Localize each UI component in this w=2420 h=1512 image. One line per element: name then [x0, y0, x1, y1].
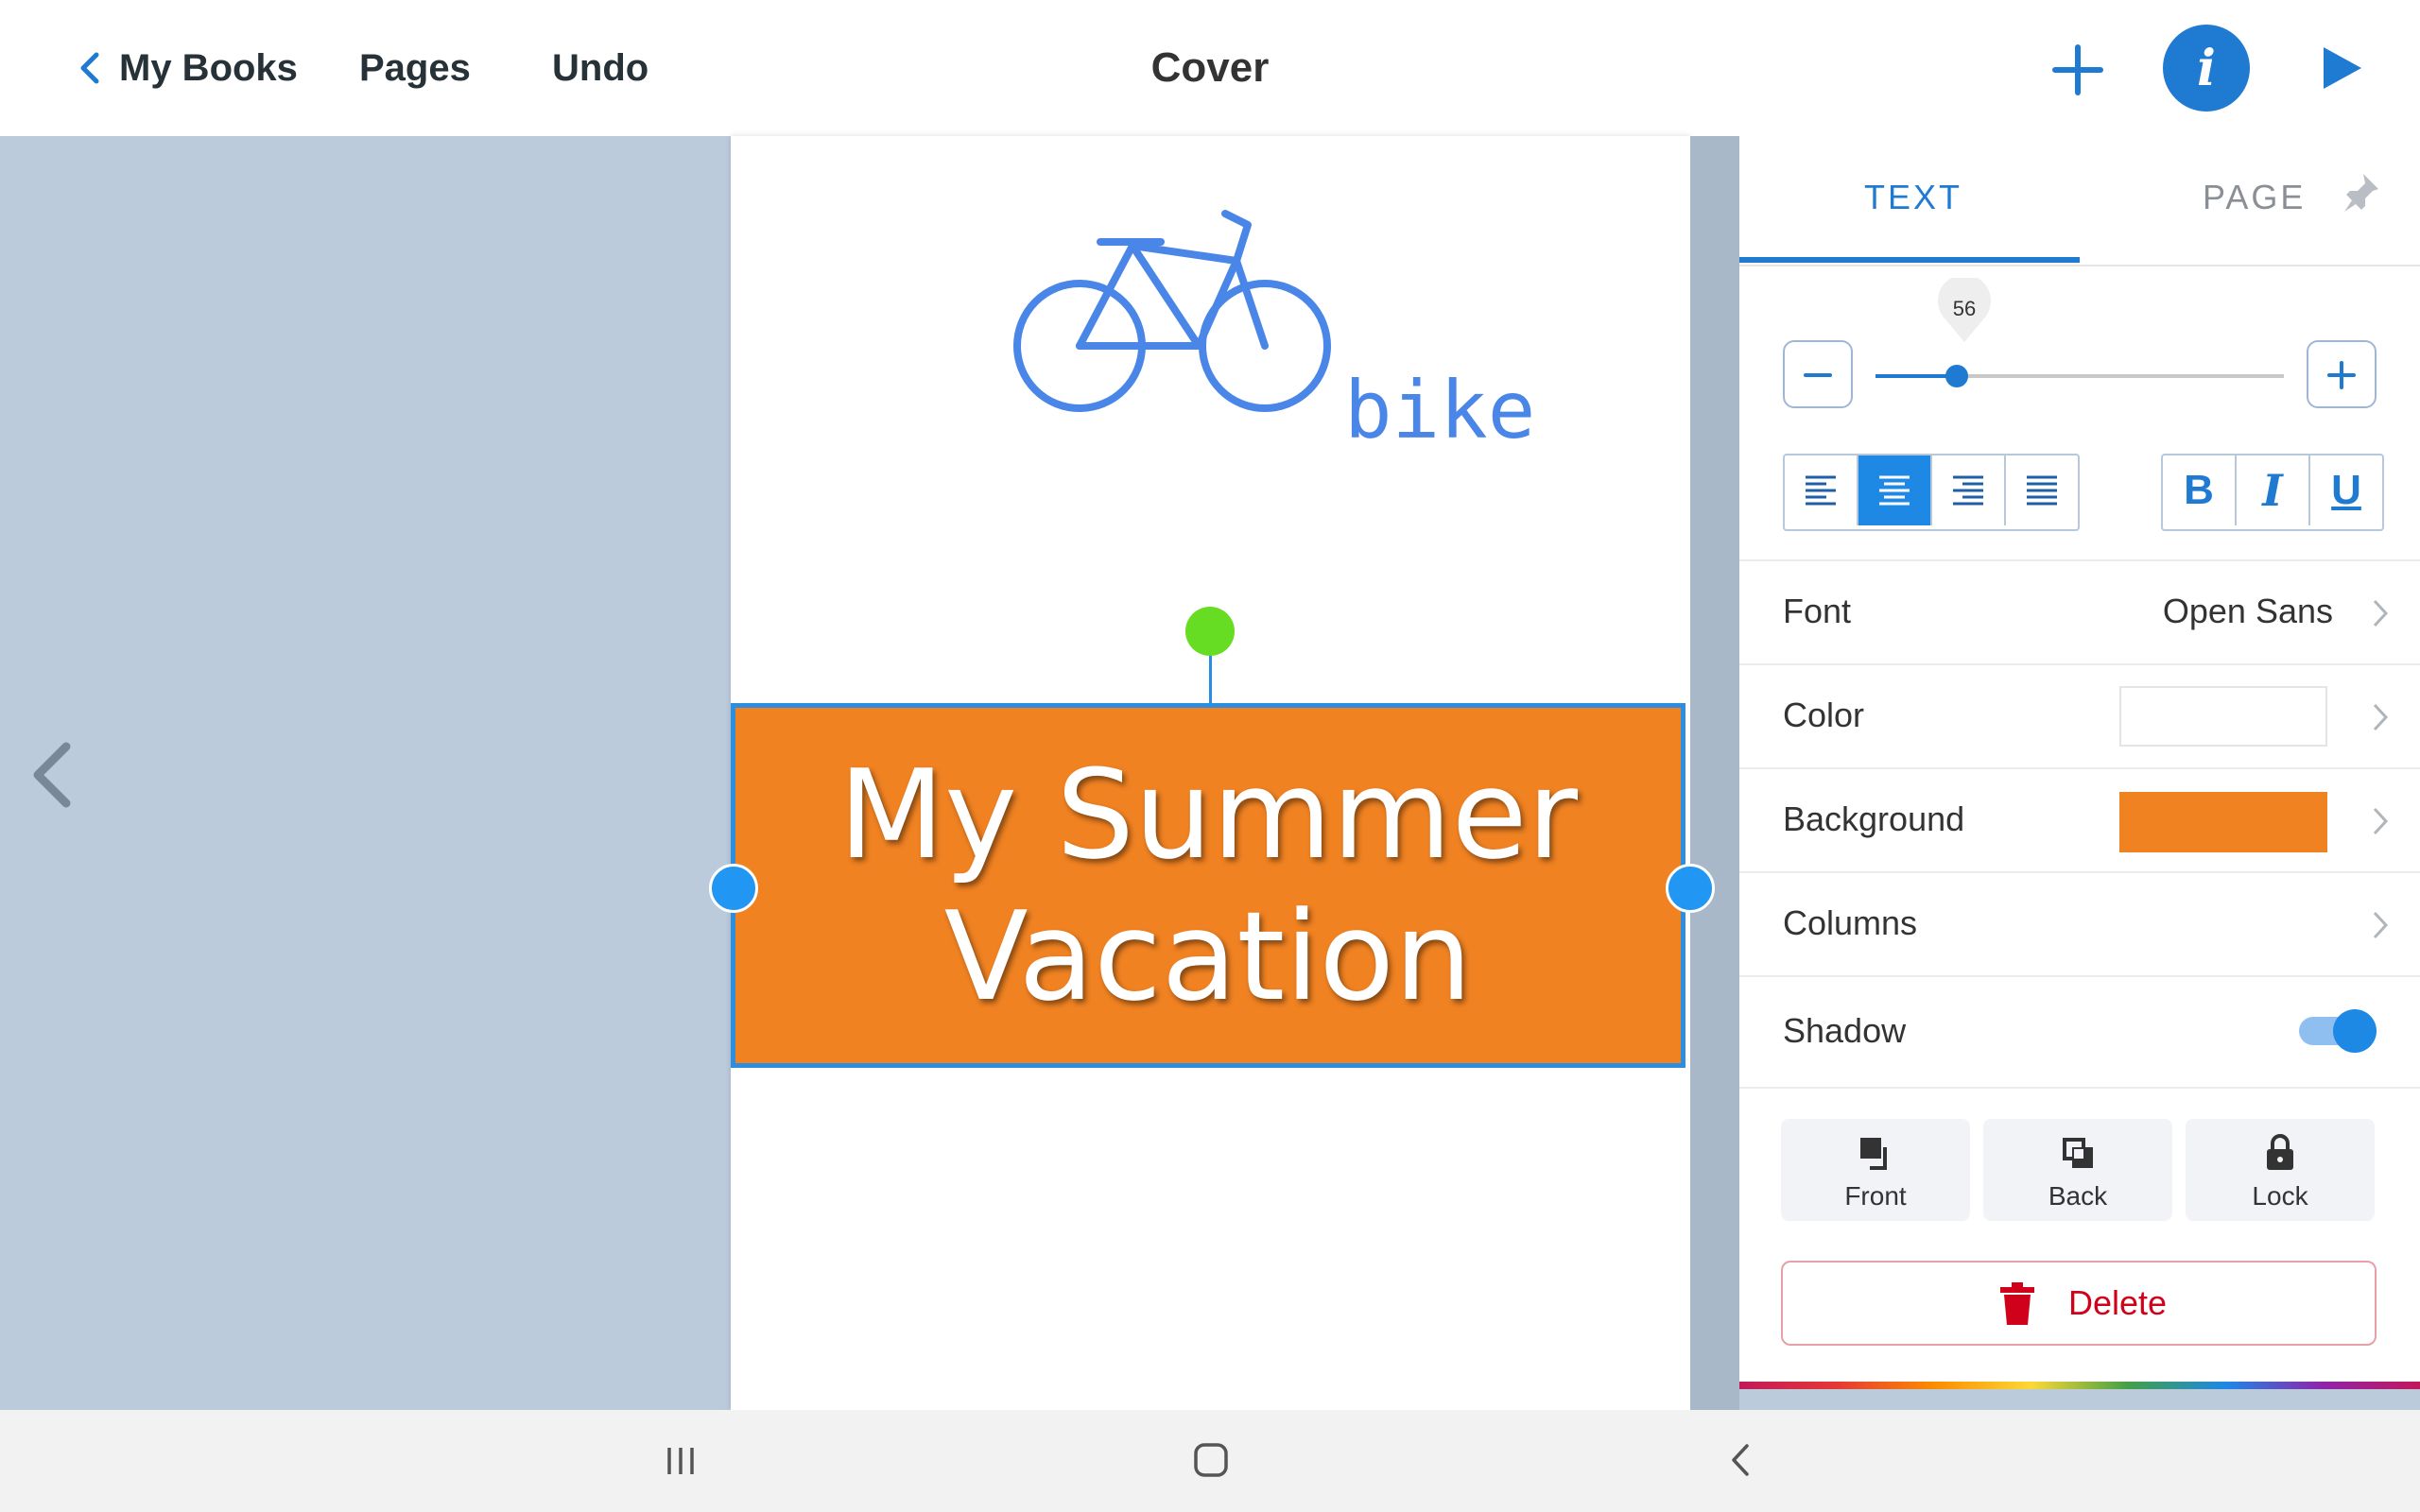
rotation-handle[interactable]: [1185, 607, 1235, 656]
chevron-right-icon: [2373, 807, 2389, 835]
trash-icon: [2000, 1282, 2034, 1325]
rotation-handle-line: [1209, 652, 1212, 705]
size-slider-track[interactable]: [1876, 365, 2284, 387]
chevron-right-icon: [2373, 911, 2389, 939]
align-left-button[interactable]: [1785, 455, 1858, 525]
font-row[interactable]: Font Open Sans: [1739, 559, 2420, 665]
delete-label: Delete: [2068, 1283, 2168, 1322]
underline-icon: U: [2331, 467, 2361, 513]
color-label: Color: [1783, 696, 1865, 734]
tab-page[interactable]: PAGE: [2203, 178, 2306, 217]
bring-to-front-button[interactable]: Front: [1781, 1119, 1970, 1221]
title-text-box[interactable]: My Summer Vacation: [731, 703, 1685, 1068]
pin-icon[interactable]: [2341, 170, 2382, 215]
chevron-right-icon: [2373, 599, 2389, 627]
panel-footer-gap: [1739, 1389, 2420, 1410]
info-icon[interactable]: i: [2163, 25, 2250, 112]
columns-row[interactable]: Columns: [1739, 871, 2420, 977]
lock-icon: [2267, 1134, 2293, 1170]
size-slider-thumb[interactable]: [1945, 365, 1968, 387]
align-center-icon: [1879, 475, 1910, 506]
pages-link[interactable]: Pages: [359, 38, 471, 98]
alignment-group: [1783, 454, 2080, 531]
bring-to-front-icon: [1860, 1138, 1887, 1170]
plus-icon: [2327, 361, 2356, 389]
resize-handle-right[interactable]: [1666, 864, 1715, 913]
active-tab-indicator: [1739, 257, 2080, 263]
send-to-back-icon: [2063, 1138, 2093, 1168]
italic-button[interactable]: I: [2237, 455, 2310, 525]
chevron-left-icon[interactable]: [68, 45, 113, 91]
align-left-icon: [1806, 475, 1836, 506]
bold-button[interactable]: B: [2163, 455, 2237, 525]
plus-icon[interactable]: [2049, 42, 2106, 98]
shadow-row: Shadow: [1739, 975, 2420, 1089]
title-line-1: My Summer: [838, 743, 1579, 886]
title-line-2: Vacation: [943, 885, 1473, 1028]
decrease-size-button[interactable]: [1783, 340, 1853, 408]
color-swatch[interactable]: [2119, 686, 2327, 747]
font-value: Open Sans: [2162, 592, 2333, 630]
top-app-bar: My Books Pages Undo Cover i: [0, 0, 2420, 136]
lock-label: Lock: [2252, 1181, 2308, 1211]
italic-icon: I: [2262, 465, 2283, 516]
front-label: Front: [1844, 1181, 1907, 1211]
back-label: Back: [2048, 1181, 2108, 1211]
svg-text:i: i: [2197, 40, 2216, 97]
font-label: Font: [1783, 592, 1852, 630]
resize-handle-left[interactable]: [709, 864, 758, 913]
system-navigation-bar: [0, 1410, 2420, 1512]
align-justify-icon: [2027, 475, 2057, 506]
logo-text: bike: [1344, 364, 1536, 456]
panel-tabs: TEXT PAGE: [1739, 136, 2420, 266]
bold-icon: B: [2184, 467, 2214, 513]
delete-button[interactable]: Delete: [1781, 1261, 2377, 1346]
page-edge: [1690, 136, 1739, 1410]
align-right-button[interactable]: [1932, 455, 2006, 525]
send-to-back-button[interactable]: Back: [1983, 1119, 2172, 1221]
play-icon[interactable]: [2314, 42, 2367, 94]
undo-button[interactable]: Undo: [552, 38, 648, 98]
text-style-group: B I U: [2161, 454, 2384, 531]
increase-size-button[interactable]: [2307, 340, 2377, 408]
minus-icon: [1804, 373, 1832, 377]
recents-icon[interactable]: [662, 1442, 700, 1480]
lock-button[interactable]: Lock: [2186, 1119, 2375, 1221]
background-swatch[interactable]: [2119, 792, 2327, 852]
previous-page-arrow-icon[interactable]: [25, 737, 81, 813]
align-center-button[interactable]: [1858, 455, 1932, 525]
back-icon[interactable]: [1726, 1440, 1754, 1480]
shadow-toggle[interactable]: [2299, 1009, 2377, 1053]
slider-value-label: 56: [1952, 297, 1977, 320]
text-properties-panel: TEXT PAGE 56 B I U Font Open Sans Color …: [1739, 136, 2420, 1382]
underline-button[interactable]: U: [2310, 455, 2382, 525]
home-icon[interactable]: [1191, 1440, 1231, 1480]
shadow-toggle-thumb: [2333, 1009, 2377, 1053]
shadow-label: Shadow: [1783, 1011, 1907, 1050]
columns-label: Columns: [1783, 903, 1918, 942]
panel-color-strip: [1739, 1382, 2420, 1389]
background-row[interactable]: Background: [1739, 767, 2420, 873]
color-row[interactable]: Color: [1739, 663, 2420, 769]
my-books-link[interactable]: My Books: [119, 38, 298, 98]
background-label: Background: [1783, 799, 1965, 838]
align-justify-button[interactable]: [2006, 455, 2078, 525]
align-right-icon: [1953, 475, 1983, 506]
chevron-right-icon: [2373, 703, 2389, 731]
tab-text[interactable]: TEXT: [1864, 178, 1962, 217]
